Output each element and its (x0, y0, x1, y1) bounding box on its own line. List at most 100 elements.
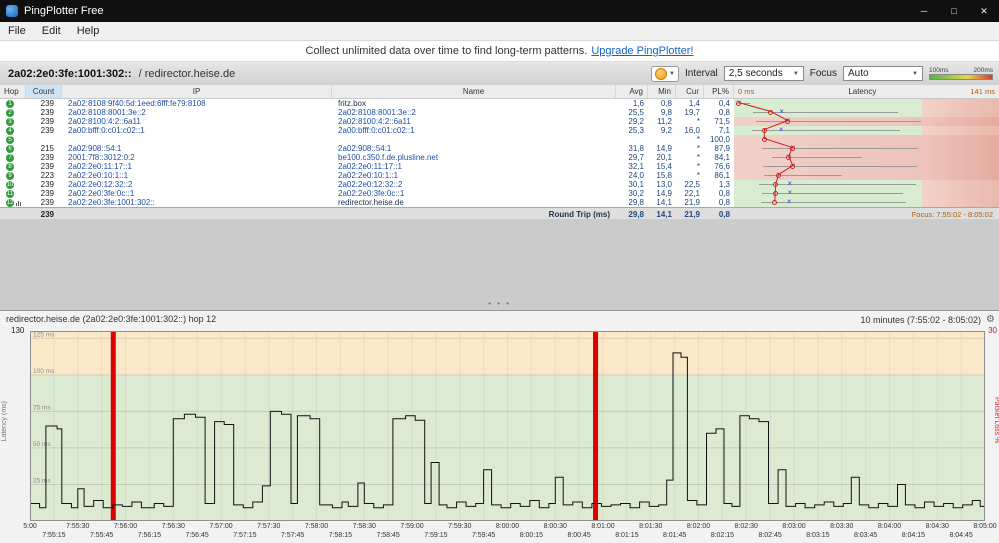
pl-cell: 84,1 (714, 153, 730, 162)
upgrade-link[interactable]: Upgrade PingPlotter! (591, 45, 693, 57)
latency-range-whisker (763, 166, 917, 167)
cur-cell: 16,0 (684, 126, 700, 135)
latency-timeline-chart[interactable]: 25 ms 50 ms 75 ms 100 ms 125 ms (30, 331, 985, 521)
count-cell: 215 (40, 144, 54, 153)
timeline-title: redirector.heise.de (2a02:2e0:3fe:1001:3… (6, 314, 217, 324)
minimize-button[interactable]: ─ (909, 0, 939, 22)
gridline-label: 100 ms (33, 368, 55, 375)
hop-cell: 10 (0, 180, 26, 189)
table-row[interactable]: 6 215 2a02:908::54:1 2a02:908::54:1 31,8 14,9… (0, 144, 999, 153)
menu-help[interactable]: Help (69, 25, 108, 37)
avg-latency-marker: × (787, 180, 793, 188)
x-tick-label: 7:55:15 (42, 532, 66, 539)
header-avg[interactable]: Avg (616, 85, 648, 98)
header-hop[interactable]: Hop (0, 85, 26, 98)
table-row[interactable]: 7 239 2001:7f8::3012:0:2 be100.c350.f.de.pl… (0, 153, 999, 162)
hop-number-badge: 12 (6, 198, 14, 207)
x-tick-label: 8:04:15 (901, 532, 926, 539)
latency-sparkline: × (734, 171, 999, 180)
table-row[interactable]: 2 239 2a02:8108:8001:3e::2 2a02:8108:8001:3… (0, 108, 999, 117)
pl-cell: 86,1 (714, 171, 730, 180)
target-state-icon (655, 67, 668, 80)
hop-number-badge: 6 (6, 144, 14, 153)
x-tick-label: 8:00:00 (495, 523, 520, 530)
hop-cell: 3 (0, 117, 26, 126)
table-row[interactable]: 11 239 2a02:2e0:3fe:0c::1 2a02:2e0:3fe:0c::… (0, 189, 999, 198)
focus-select[interactable]: Auto ▼ (843, 66, 923, 81)
x-tick-label: 7:59:00 (400, 523, 424, 530)
avg-cell: 31,8 (628, 144, 644, 153)
count-cell: 239 (40, 126, 54, 135)
hop-number-badge: 2 (6, 108, 14, 117)
header-latency[interactable]: 0 ms Latency 141 ms (734, 85, 999, 98)
name-cell: 2a02:2e0:10:1::1 (338, 171, 399, 180)
avg-latency-marker: × (778, 126, 784, 134)
x-tick-label: 7:57:45 (280, 532, 305, 539)
latency-sparkline: × (734, 198, 999, 207)
maximize-button[interactable]: □ (939, 0, 969, 22)
ip-cell: 2a02:8100:4:2::6a11 (68, 117, 141, 126)
table-row[interactable]: 1 239 2a02:8108:9f40:5d:1eed:6fff:fe79:810… (0, 99, 999, 108)
name-cell: 2a02:2e0:3fe:0c::1 (338, 189, 405, 198)
latency-sparkline: × (734, 117, 999, 126)
header-count[interactable]: Count (26, 85, 62, 98)
ip-cell: 2a02:2e0:3fe:0c::1 (68, 189, 135, 198)
menu-edit[interactable]: Edit (34, 25, 69, 37)
cur-cell: 21,9 (684, 198, 700, 207)
timeline-range-label: 10 minutes (7:55:02 - 8:05:02) (860, 314, 982, 325)
hop-cell: 11 (0, 189, 26, 198)
interval-select[interactable]: 2,5 seconds ▼ (723, 66, 804, 81)
hop-number-badge: 4 (6, 126, 14, 135)
cur-cell: * (696, 162, 700, 171)
min-cell: 9,2 (660, 126, 672, 135)
pl-cell: 7,1 (718, 126, 730, 135)
latency-range-whisker (752, 130, 901, 131)
header-min[interactable]: Min (648, 85, 676, 98)
avg-latency-marker: × (779, 108, 784, 116)
table-row[interactable]: 9 223 2a02:2e0:10:1::1 2a02:2e0:10:1::1 24,0… (0, 171, 999, 180)
count-cell: 239 (40, 117, 54, 126)
x-tick-label: 7:55:45 (89, 532, 114, 539)
x-tick-label: 7:56:15 (137, 532, 162, 539)
table-row[interactable]: 10 239 2a02:2e0:12:32::2 2a02:2e0:12:32::2 3… (0, 180, 999, 189)
table-row[interactable]: 5 * 100,0 (0, 135, 999, 144)
avg-cell: 24,0 (628, 171, 644, 180)
table-row[interactable]: 4 239 2a00:bfff:0:c01:c02::1 2a00:bfff:0:c0… (0, 126, 999, 135)
hop-number-badge: 5 (6, 135, 14, 144)
header-name[interactable]: Name (332, 85, 616, 98)
pl-cell: 76,6 (714, 162, 730, 171)
name-cell: be100.c350.f.de.plusline.net (338, 153, 439, 162)
latency-range-whisker (762, 148, 918, 149)
x-tick-label: 7:59:45 (471, 532, 496, 539)
gridline-label: 50 ms (33, 441, 51, 448)
table-row[interactable]: 8 239 2a02:2e0:11:17::1 2a02:2e0:11:17::1 32… (0, 162, 999, 171)
name-cell: 2a02:8108:8001:3e::2 (338, 108, 416, 117)
count-cell: 239 (40, 108, 54, 117)
hop-cell: 5 (0, 135, 26, 144)
avg-cell: 25,5 (628, 108, 644, 117)
header-cur[interactable]: Cur (676, 85, 704, 98)
x-tick-label: 8:05:00 (973, 523, 997, 530)
hop-number-badge: 9 (6, 171, 14, 180)
current-latency-marker (773, 182, 779, 187)
avg-cell: 32,1 (628, 162, 644, 171)
header-pl[interactable]: PL% (704, 85, 734, 98)
header-ip[interactable]: IP (62, 85, 332, 98)
close-button[interactable]: ✕ (969, 0, 999, 22)
pane-splitter[interactable]: • • • (0, 299, 999, 308)
hop-number-badge: 3 (6, 117, 14, 126)
ip-cell: 2a02:2e0:10:1::1 (68, 171, 129, 180)
title-bar: PingPlotter Free ─ □ ✕ (0, 0, 999, 22)
target-state-button[interactable]: ▼ (651, 65, 679, 82)
x-tick-label: 5:00 (23, 523, 37, 530)
menu-file[interactable]: File (0, 25, 34, 37)
current-latency-marker (735, 101, 741, 106)
table-row[interactable]: 12 239 2a02:2e0:3fe:1001:302:: redirector.h… (0, 198, 999, 207)
x-tick-label: 8:01:30 (639, 523, 663, 530)
pl-cell: 0,8 (718, 189, 730, 198)
x-tick-label: 8:03:30 (830, 523, 854, 530)
table-row[interactable]: 3 239 2a02:8100:4:2::6a11 2a02:8100:4:2::6a… (0, 117, 999, 126)
latency-scale-max: 141 ms (970, 87, 995, 96)
avg-cell: 25,3 (628, 126, 644, 135)
gear-icon[interactable]: ⚙ (986, 314, 995, 325)
